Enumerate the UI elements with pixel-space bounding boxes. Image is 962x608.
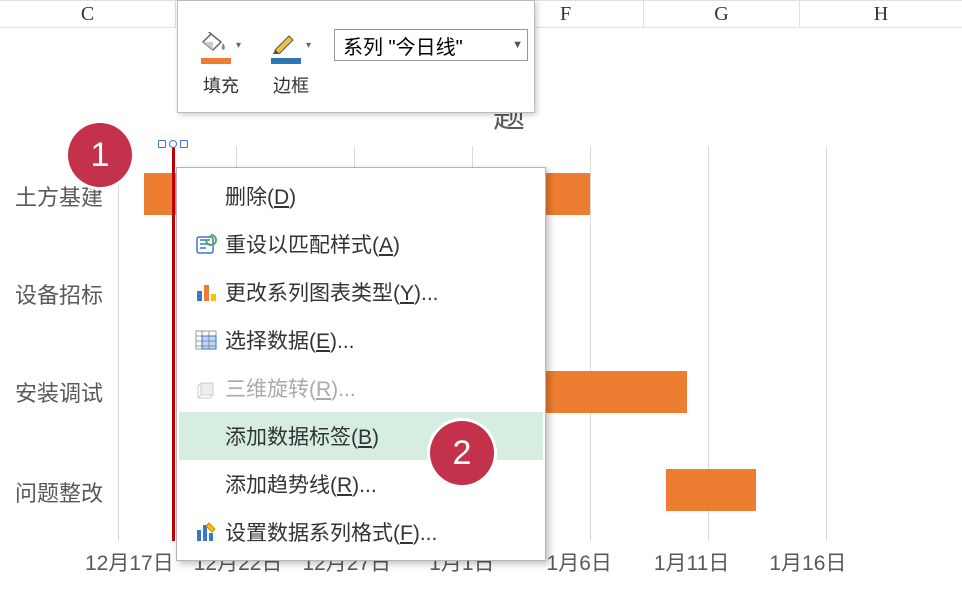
menu-format-series[interactable]: 设置数据系列格式(F)... — [179, 508, 543, 556]
format-series-icon — [187, 521, 225, 543]
col-header-g[interactable]: G — [644, 0, 800, 28]
col-header-c[interactable]: C — [0, 0, 176, 28]
x-label-5: 1月11日 — [654, 547, 729, 577]
gridline — [590, 146, 591, 541]
border-button[interactable]: ▾ 边框 — [256, 20, 326, 98]
handle-tc[interactable] — [169, 140, 177, 148]
menu-change-chart-type[interactable]: 更改系列图表类型(Y)... — [179, 268, 543, 316]
series-dropdown-value: 系列 "今日线" — [343, 31, 463, 60]
column-chart-icon — [187, 281, 225, 303]
reset-style-icon — [187, 232, 225, 256]
menu-3d-rotation: 三维旋转(R)... — [179, 364, 543, 412]
mini-toolbar: ▾ 填充 ▾ 边框 系列 "今日线" ▼ — [177, 0, 535, 113]
border-label: 边框 — [273, 72, 309, 98]
handle-tr[interactable] — [180, 140, 188, 148]
callout-1: 1 — [68, 123, 132, 187]
today-line[interactable] — [172, 146, 175, 541]
callout-2: 2 — [430, 421, 494, 485]
context-menu: 删除(D) 重设以匹配样式(A) 更改系列图表类型(Y)... 选择数据(E).… — [176, 167, 546, 561]
y-label-1: 设备招标 — [15, 278, 103, 310]
x-label-4: 1月6日 — [547, 547, 612, 577]
paint-bucket-icon — [201, 32, 233, 64]
menu-select-data[interactable]: 选择数据(E)... — [179, 316, 543, 364]
y-label-2: 安装调试 — [15, 376, 103, 408]
pen-icon — [271, 32, 303, 64]
chevron-down-icon: ▾ — [306, 40, 311, 51]
gridline — [118, 146, 119, 541]
x-label-6: 1月16日 — [769, 547, 846, 577]
chevron-down-icon: ▾ — [236, 40, 241, 51]
menu-delete[interactable]: 删除(D) — [179, 172, 543, 220]
handle-tl[interactable] — [158, 140, 166, 148]
x-label-0: 12月17日 — [85, 547, 174, 577]
menu-reset-style[interactable]: 重设以匹配样式(A) — [179, 220, 543, 268]
series-dropdown[interactable]: 系列 "今日线" ▼ — [334, 29, 528, 61]
col-header-h[interactable]: H — [800, 0, 962, 28]
fill-button[interactable]: ▾ 填充 — [186, 20, 256, 98]
gridline — [826, 146, 827, 541]
y-label-3: 问题整改 — [15, 476, 103, 508]
select-data-icon — [187, 329, 225, 351]
bar-task-3[interactable] — [666, 469, 756, 511]
fill-label: 填充 — [203, 72, 239, 98]
chevron-down-icon: ▼ — [512, 39, 523, 51]
cube-icon — [187, 377, 225, 399]
